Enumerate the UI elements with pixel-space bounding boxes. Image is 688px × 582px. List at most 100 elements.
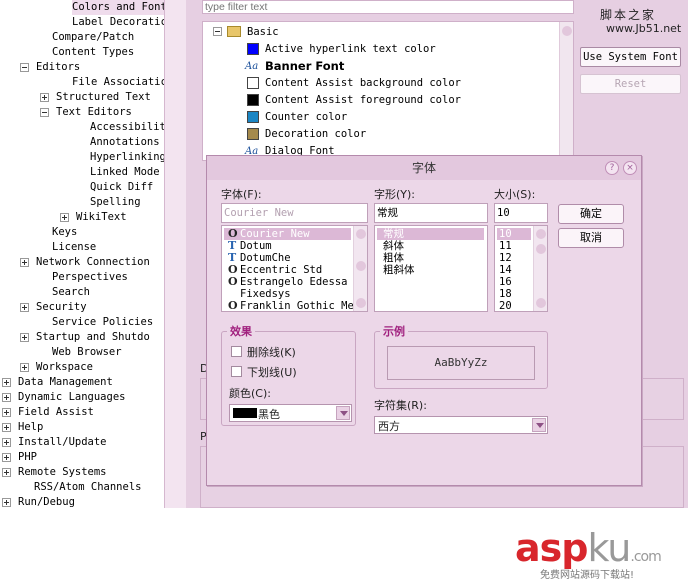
tree-item-label: Content Types (52, 46, 135, 58)
help-icon[interactable]: ? (605, 161, 619, 175)
style-list-item[interactable]: 粗斜体 (377, 264, 484, 276)
color-font-item[interactable]: Aa Banner Font (203, 58, 553, 75)
expand-icon[interactable] (20, 303, 29, 312)
tree-item-label: Quick Diff (90, 181, 154, 193)
size-list-item[interactable]: 12 (497, 252, 531, 264)
font-list-item[interactable]: T DotumChe (224, 252, 351, 265)
font-size-label: 大小(S): (494, 188, 536, 201)
font-list-item[interactable]: Fixedsys (224, 288, 351, 300)
effects-title: 效果 (227, 323, 255, 339)
font-type-icon: O (228, 275, 238, 288)
tree-item-label: Network Connection (36, 256, 150, 268)
expand-icon[interactable] (20, 363, 29, 372)
filter-input[interactable] (202, 0, 574, 14)
size-list-item[interactable]: 16 (497, 276, 531, 288)
color-font-item[interactable]: Counter color (203, 109, 553, 126)
font-style-input[interactable]: 常规 (374, 203, 488, 223)
preferences-tree[interactable]: Colors and Font Label Decoratic Compare/Pa… (0, 0, 164, 508)
scroll-thumb[interactable] (536, 244, 546, 254)
expand-icon[interactable] (2, 408, 11, 417)
expand-icon[interactable] (2, 468, 11, 477)
collapse-icon[interactable] (40, 108, 49, 117)
close-icon[interactable]: × (623, 161, 637, 175)
color-font-item[interactable]: Active hyperlink text color (203, 41, 553, 58)
item-label: Active hyperlink text color (265, 43, 436, 55)
color-font-item[interactable]: Decoration color (203, 126, 553, 143)
sample-title: 示例 (380, 323, 408, 339)
expand-icon[interactable] (60, 213, 69, 222)
font-style-list[interactable]: 常规 斜体 粗体 粗斜体 (374, 225, 488, 312)
font-family-list[interactable]: O Courier New T Dotum T DotumChe O Eccentric St… (221, 225, 368, 312)
size-list-scrollbar[interactable] (533, 226, 547, 311)
expand-icon[interactable] (40, 93, 49, 102)
tree-item-label: Spelling (90, 196, 141, 208)
color-font-item[interactable]: Content Assist foreground color (203, 92, 553, 109)
font-list-item[interactable]: O Estrangelo Edessa (224, 275, 351, 289)
scroll-up-icon (536, 229, 546, 239)
tree-item-label: Keys (52, 226, 78, 238)
font-size-input[interactable]: 10 (494, 203, 548, 223)
watermark-top: 脚本之家 (600, 8, 657, 22)
color-swatch (247, 111, 259, 123)
tree-item-label: Run/Debug (18, 496, 75, 508)
tree-item-label: Web Browser (52, 346, 122, 358)
size-list-item[interactable]: 20 (497, 300, 531, 312)
scrollbar[interactable] (559, 22, 573, 160)
chevron-down-icon[interactable] (532, 418, 546, 432)
tree-item-label: RSS/Atom Channels (34, 481, 142, 493)
font-list-item[interactable]: O Eccentric Std (224, 264, 351, 277)
ok-button[interactable]: 确定 (558, 204, 624, 224)
size-list-item[interactable]: 18 (497, 288, 531, 300)
size-list-item[interactable]: 11 (497, 240, 531, 252)
collapse-icon[interactable] (20, 63, 29, 72)
scroll-thumb[interactable] (356, 261, 366, 271)
folder-icon (227, 26, 241, 37)
tree-item-label: File Associatic (72, 76, 164, 88)
expand-icon[interactable] (20, 258, 29, 267)
font-list-item[interactable]: O Franklin Gothic Me (224, 300, 354, 313)
expand-icon[interactable] (2, 498, 11, 507)
tree-item-label: PHP (18, 451, 37, 463)
font-list-scrollbar[interactable] (353, 226, 367, 311)
use-system-font-button[interactable]: Use System Font (580, 47, 681, 67)
expand-icon[interactable] (2, 453, 11, 462)
style-list-item[interactable]: 粗体 (377, 252, 484, 264)
strikeout-checkbox[interactable] (231, 346, 242, 357)
tree-item-label: Search (52, 286, 90, 298)
font-name: Fixedsys (240, 288, 291, 300)
tree-item-label: Field Assist (18, 406, 94, 418)
size-list-item[interactable]: 10 (497, 228, 531, 240)
color-select[interactable]: 黑色 (229, 404, 352, 422)
tree-item-label: Dynamic Languages (18, 391, 126, 403)
font-size-list[interactable]: 10 11 12 14 16 18 20 (494, 225, 548, 312)
cancel-button[interactable]: 取消 (558, 228, 624, 248)
expand-icon[interactable] (2, 378, 11, 387)
underline-checkbox[interactable] (231, 366, 242, 377)
font-list-item[interactable]: O Courier New (224, 228, 351, 240)
size-list-item[interactable]: 14 (497, 264, 531, 276)
style-list-item[interactable]: 常规 (377, 228, 484, 240)
font-icon: Aa (245, 61, 259, 72)
font-list-item[interactable]: T Dotum (224, 240, 351, 253)
scroll-up-icon (562, 26, 572, 36)
tree-item-label: Compare/Patch (52, 31, 135, 43)
expand-icon[interactable] (20, 333, 29, 342)
colors-fonts-tree[interactable]: Basic Active hyperlink text color Aa Banne… (202, 21, 574, 161)
expand-icon[interactable] (2, 423, 11, 432)
script-select[interactable]: 西方 (374, 416, 548, 434)
tree-item-label: Remote Systems (18, 466, 107, 478)
tree-item-label: Help (18, 421, 44, 433)
chevron-down-icon[interactable] (336, 406, 350, 420)
item-label: Decoration color (265, 128, 367, 140)
tree-item-label: Text Editors (56, 106, 132, 118)
expand-icon[interactable] (2, 393, 11, 402)
tree-item-label: Install/Update (18, 436, 107, 448)
color-font-item[interactable]: Content Assist background color (203, 75, 553, 92)
color-swatch (247, 43, 259, 55)
item-label: Content Assist foreground color (265, 94, 461, 106)
expand-icon[interactable] (2, 438, 11, 447)
reset-button[interactable]: Reset (580, 74, 681, 94)
collapse-icon[interactable] (213, 27, 222, 36)
style-list-item[interactable]: 斜体 (377, 240, 484, 252)
font-family-input[interactable]: Courier New (221, 203, 368, 223)
